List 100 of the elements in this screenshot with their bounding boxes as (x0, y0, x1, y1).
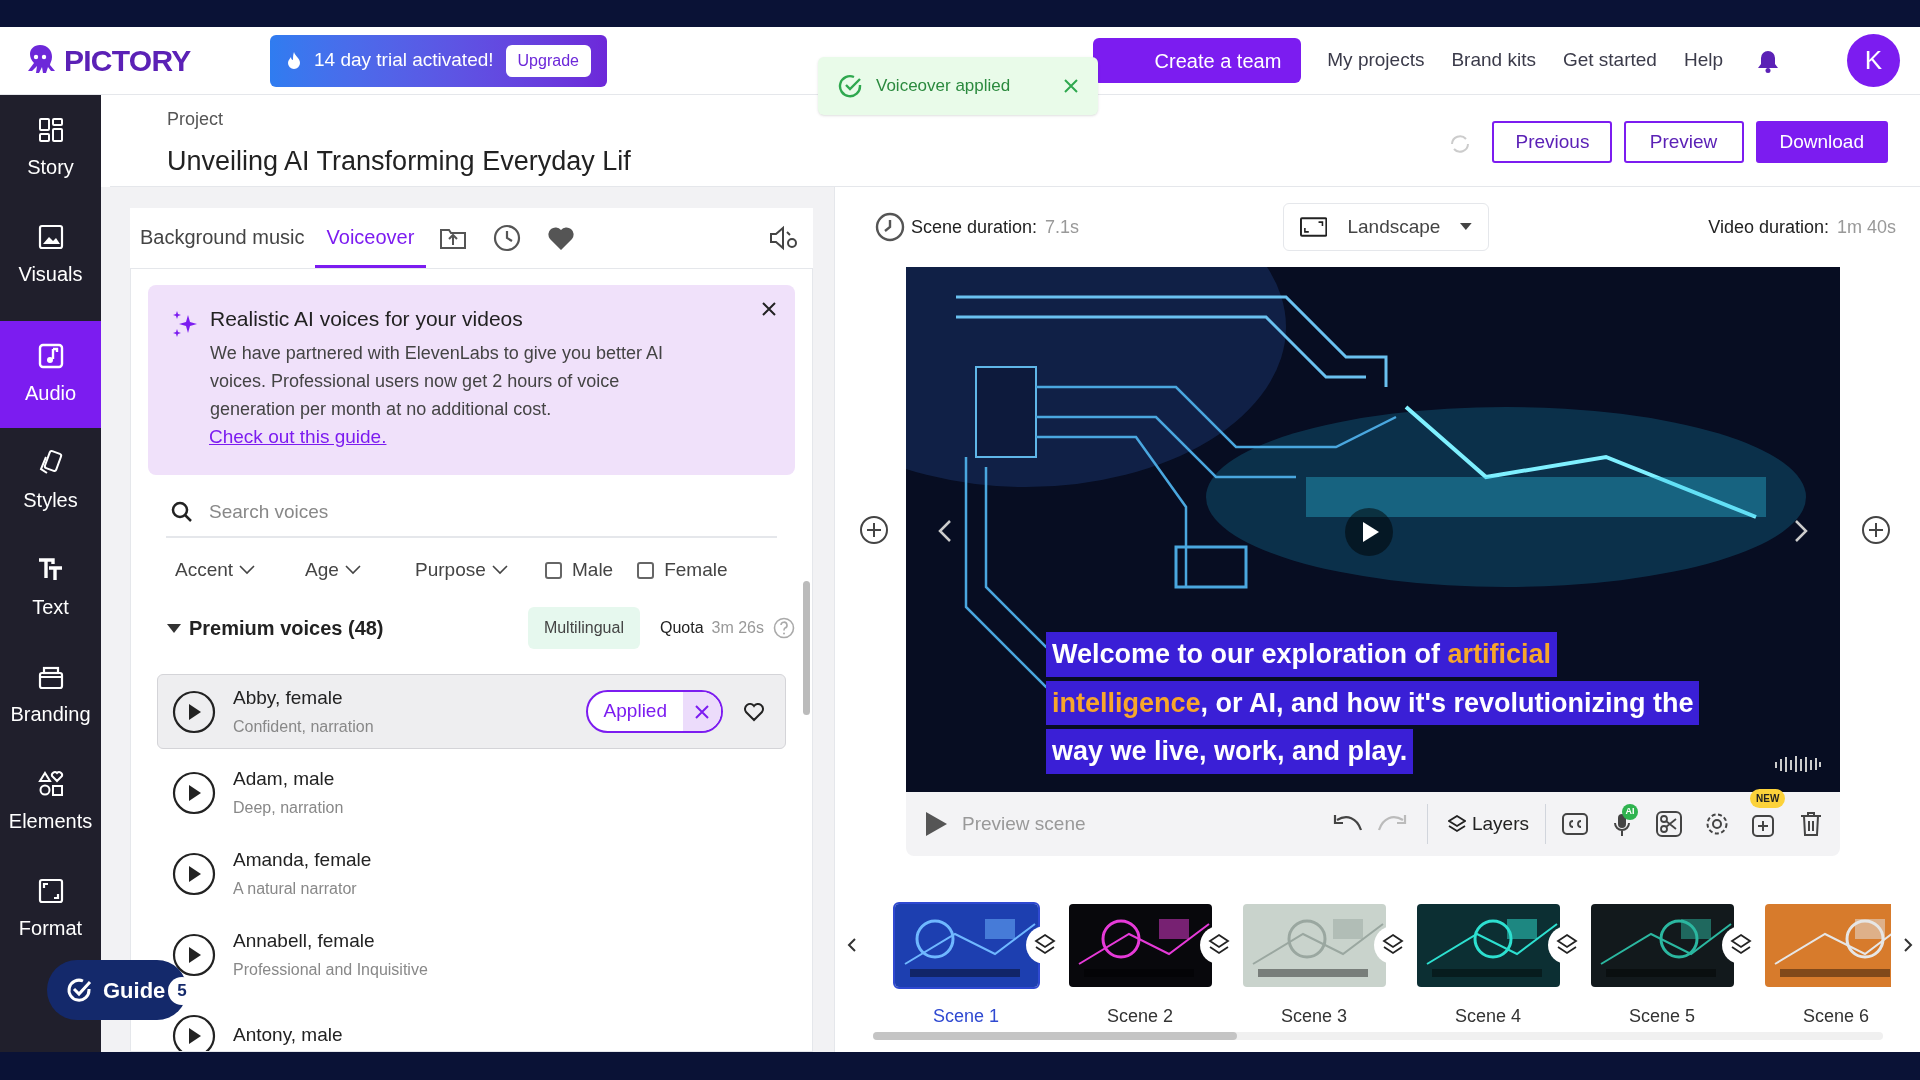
trial-text: 14 day trial activated! (314, 48, 494, 73)
close-icon[interactable] (761, 301, 777, 317)
quota-label: Quota (659, 618, 704, 638)
header-button[interactable]: Download (1755, 121, 1888, 163)
scrollbar[interactable] (803, 581, 810, 715)
bell-icon[interactable] (1757, 48, 1779, 73)
chevron-down-icon (344, 565, 361, 575)
add-scene-icon[interactable] (859, 514, 889, 545)
voice-name: Annabell, female (233, 929, 376, 954)
create-team-button[interactable]: Create a team (1093, 38, 1302, 83)
voice-description: Professional and Inquisitive (233, 959, 429, 980)
storyboard-icon (36, 115, 65, 144)
voice-description: Deep, narration (233, 797, 345, 818)
filter-dropdown[interactable]: Age (305, 555, 415, 585)
flame-icon (286, 50, 302, 71)
caption-text: , or AI, and how it's revolutionizing the (1200, 687, 1694, 718)
checkbox-label[interactable]: Male (572, 555, 614, 585)
section-title: Premium voices (48) (189, 616, 384, 641)
trash-icon[interactable] (1800, 811, 1822, 837)
play-icon[interactable] (172, 851, 216, 896)
tab[interactable]: Voiceover (314, 208, 427, 268)
caret-icon (1460, 223, 1473, 231)
caption-text: artificial (1447, 639, 1552, 669)
filter-dropdown[interactable]: Accent (175, 555, 305, 585)
nav-link[interactable]: Get started (1562, 46, 1657, 75)
guide-link[interactable]: Check out this guide. (209, 425, 387, 447)
caption-text: Welcome to our exploration of (1052, 639, 1442, 669)
play-icon[interactable] (924, 811, 948, 837)
caret-icon[interactable] (166, 622, 182, 634)
applied-label[interactable]: Applied (587, 697, 683, 726)
clock-icon[interactable] (493, 224, 522, 252)
landscape-icon (1300, 217, 1328, 237)
ai-badge: AI (1622, 804, 1638, 820)
scene-label[interactable]: Scene 4 (1454, 1003, 1522, 1030)
remove-button[interactable] (683, 692, 721, 731)
caption-text: intelligence (1052, 687, 1201, 718)
filter-dropdown[interactable]: Purpose (415, 555, 545, 585)
voice-name: Amanda, female (233, 848, 373, 873)
video-duration-value: 1m 40s (1836, 215, 1896, 239)
video-duration-label: Video duration: (1708, 215, 1829, 239)
layers-button[interactable]: Layers (1447, 809, 1529, 839)
scene-label[interactable]: Scene 6 (1802, 1003, 1870, 1030)
waveform-icon (1774, 754, 1822, 774)
upgrade-button[interactable]: Upgrade (505, 44, 591, 77)
chevron-down-icon (491, 565, 508, 575)
play-icon[interactable] (172, 932, 216, 977)
add-scene-icon[interactable] (1861, 514, 1891, 545)
scene-duration-value: 7.1s (1045, 215, 1080, 239)
scene-label[interactable]: Scene 1 (932, 1003, 1000, 1030)
scroll-right-icon[interactable] (1903, 937, 1913, 953)
layers-icon (1447, 815, 1466, 833)
voice-description: Confident, narration (233, 716, 375, 737)
voice-name: Antony, male (233, 1023, 344, 1048)
promo-title: Realistic AI voices for your videos (210, 306, 524, 332)
heart-icon[interactable] (743, 701, 765, 722)
logo-text: PICTORY (64, 43, 191, 79)
scene-label[interactable]: Scene 3 (1280, 1003, 1348, 1030)
nav-link[interactable]: Brand kits (1451, 46, 1536, 75)
new-badge: NEW (1750, 789, 1786, 808)
scrollbar[interactable] (873, 1032, 1237, 1040)
check-circle-icon (838, 73, 864, 99)
project-label: Project (167, 108, 225, 131)
checkbox-label[interactable]: Female (664, 555, 728, 585)
checkbox[interactable] (545, 561, 562, 579)
heart-icon[interactable] (547, 225, 576, 251)
header-button[interactable]: Preview (1623, 121, 1744, 163)
speaker-settings-icon[interactable] (769, 224, 799, 252)
sidebar-item[interactable]: Audio (0, 321, 101, 428)
upload-folder-icon[interactable] (439, 226, 468, 250)
nav-link[interactable]: My projects (1327, 46, 1425, 75)
scene-label[interactable]: Scene 5 (1628, 1003, 1696, 1030)
search-field[interactable]: Search voices (209, 492, 777, 532)
search-icon (171, 501, 193, 523)
shapes-icon (36, 769, 65, 798)
scene-duration-label: Scene duration: (911, 215, 1038, 239)
multilingual-tag: Multilingual (527, 607, 640, 649)
project-title: Unveiling AI Transforming Everyday Lif (167, 145, 631, 178)
voice-row[interactable]: Abby, female Confident, narration Applied (157, 674, 786, 749)
quota-value: 3m 26s (711, 618, 764, 638)
toast-text: Voiceover applied (876, 75, 1012, 98)
music-note-icon (36, 341, 65, 370)
play-icon[interactable] (172, 770, 216, 815)
header-button[interactable]: Previous (1491, 121, 1612, 163)
orientation-dropdown[interactable]: Landscape (1283, 203, 1490, 251)
captions-icon[interactable] (1562, 813, 1588, 835)
frame-icon (36, 876, 65, 905)
image-icon (36, 222, 65, 251)
close-icon (695, 704, 709, 719)
nav-link[interactable]: Help (1683, 46, 1723, 75)
scene-label[interactable]: Scene 2 (1106, 1003, 1174, 1030)
play-icon[interactable] (172, 689, 216, 734)
scissors-icon[interactable] (1656, 811, 1682, 837)
play-icon[interactable] (172, 1013, 216, 1051)
checkbox[interactable] (637, 561, 655, 579)
user-avatar[interactable]: K (1847, 34, 1900, 87)
tab[interactable]: Background music (140, 208, 305, 268)
settings-icon[interactable] (1704, 811, 1730, 837)
scroll-left-icon[interactable] (847, 937, 857, 953)
play-icon[interactable] (1345, 508, 1393, 556)
clock-icon (875, 212, 905, 242)
